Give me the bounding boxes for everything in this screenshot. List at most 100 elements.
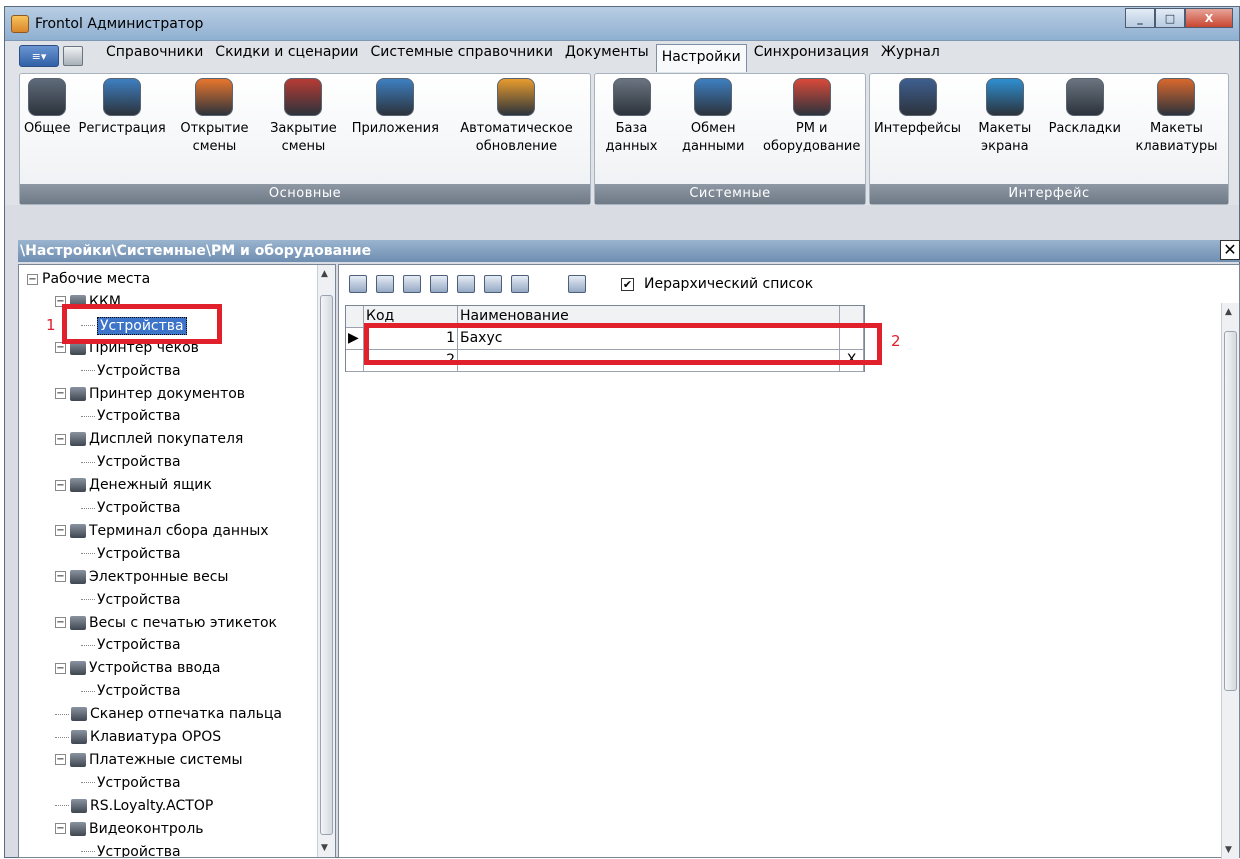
tree-item-devices[interactable]: Устройства [81,408,181,424]
tree-item-devices[interactable]: Устройства [81,500,181,516]
add-group-icon[interactable] [376,275,394,293]
scroll-down-icon[interactable]: ▼ [321,843,328,853]
ribbon-button-label: Раскладки [1048,121,1121,136]
hierarchy-checkbox[interactable]: ✔ Иерархический список [621,276,813,292]
ribbon-group-label: Интерфейс [870,184,1228,204]
tree-connector [81,644,95,646]
filter-icon[interactable] [484,275,502,293]
tree-item-label: Устройства [97,637,181,654]
collapse-icon[interactable]: − [55,433,66,445]
ribbon-button[interactable]: Открытие смены [170,78,260,184]
tree-item-devices[interactable]: Устройства [81,775,181,791]
ribbon-button[interactable]: Приложения [348,78,443,184]
ribbon-button[interactable]: Раскладки [1045,78,1125,184]
ribbon-button[interactable]: Макеты экрана [965,78,1045,184]
tree-item[interactable]: − Денежный ящик [55,477,212,493]
tab-5[interactable]: Синхронизация [749,40,874,72]
ribbon-button[interactable]: Общее [20,78,75,184]
collapse-icon[interactable]: − [55,525,66,537]
tree-item-devices[interactable]: Устройства [81,363,181,379]
tree-item-label: Платежные системы [89,751,243,768]
ribbon-button[interactable]: Регистрация [75,78,170,184]
tree-item-label: Терминал сбора данных [89,522,269,539]
tree-item-label: Устройства [97,843,181,858]
tree-connector [81,690,95,692]
tab-1[interactable]: Скидки и сценарии [210,40,363,72]
tree-item[interactable]: Сканер отпечатка пальца [55,706,282,722]
tree-item-devices[interactable]: Устройства [81,454,181,470]
tree-item[interactable]: − Видеоконтроль [55,821,204,837]
tree-item-label: Дисплей покупателя [89,431,244,448]
tab-6[interactable]: Журнал [876,40,945,72]
ribbon-button[interactable]: Обмен данными [668,78,758,184]
window-title: Frontol Администратор [35,15,204,32]
grid-scroll-down-icon[interactable]: ▼ [1225,845,1232,855]
save-icon[interactable] [63,46,83,66]
edit-icon[interactable] [403,275,421,293]
tree-item[interactable]: − Принтер документов [55,386,245,402]
tree-item[interactable]: − Платежные системы [55,752,243,768]
ribbon-button[interactable]: Закрытие смены [259,78,347,184]
collapse-icon[interactable]: − [55,823,66,835]
copy-icon[interactable] [457,275,475,293]
scroll-up-icon[interactable]: ▲ [321,269,328,279]
app-menu-button[interactable]: ≡▾ [19,45,59,67]
collapse-icon[interactable]: − [55,754,66,766]
grid-scroll-up-icon[interactable]: ▲ [1225,307,1232,317]
tree-item[interactable]: − Рабочие места [27,271,150,287]
tree-item[interactable]: − Устройства ввода [55,660,220,676]
panel-close-button[interactable]: ✕ [1220,240,1240,260]
ribbon-button[interactable]: Интерфейсы [870,78,965,184]
ribbon-button[interactable]: Макеты клавиатуры [1125,78,1228,184]
screen-layouts-icon [985,78,1024,116]
ribbon-group-1: База данных Обмен данными РМ и оборудовани… [594,73,866,205]
header-indicator [346,306,364,327]
maximize-button[interactable]: □ [1155,8,1185,28]
tree-item-label: Электронные весы [89,568,229,585]
collapse-icon[interactable]: − [55,617,66,628]
add-record-icon[interactable] [349,275,367,293]
grid-scroll-thumb[interactable] [1224,331,1237,691]
collapse-icon[interactable]: − [27,273,38,285]
tree-item[interactable]: − Терминал сбора данных [55,523,269,539]
tree-item[interactable]: RS.Loyalty.ACTOP [55,798,213,814]
ribbon-button[interactable]: РМ и оборудование [758,78,865,184]
tree-connector [81,851,95,852]
tab-0[interactable]: Справочники [101,40,208,72]
tree-item-devices[interactable]: Устройства [81,546,181,562]
tab-4[interactable]: Настройки [655,44,747,72]
tab-2[interactable]: Системные справочники [366,40,558,72]
grid-scrollbar[interactable]: ▲ ▼ [1221,303,1239,859]
ribbon-button[interactable]: Автоматическое обновление [443,78,590,184]
refresh-icon[interactable] [511,275,529,293]
collapse-icon[interactable]: − [55,662,66,674]
close-button[interactable]: X [1185,8,1233,28]
tree-item-devices[interactable]: Устройства [81,843,181,858]
tab-3[interactable]: Документы [560,40,654,72]
ribbon-button-label: Регистрация [78,121,166,136]
delete-icon[interactable] [430,275,448,293]
ribbon-button-label: Приложения [351,121,439,136]
tree-item[interactable]: − Электронные весы [55,569,228,585]
tree-item[interactable]: Клавиатура OPOS [55,729,221,745]
scales-icon [70,569,86,584]
ribbon-button-label: Интерфейсы [874,121,962,136]
checkbox-box[interactable]: ✔ [621,277,634,291]
tree-item-devices[interactable]: Устройства [81,683,181,699]
tree-item-devices[interactable]: Устройства [81,592,181,608]
tree-connector [81,782,95,784]
tree-scroll-thumb[interactable] [320,295,333,835]
general-settings-icon [28,78,67,116]
tree-item-devices[interactable]: Устройства [81,637,181,653]
collapse-icon[interactable]: − [55,388,66,399]
collapse-icon[interactable]: − [55,571,66,583]
tree-item[interactable]: − Дисплей покупателя [55,431,243,447]
collapse-icon[interactable]: − [55,479,66,491]
tree-scrollbar[interactable]: ▲ ▼ [317,265,335,857]
annotation-label-2: 2 [891,332,901,350]
tree-item[interactable]: − Весы с печатью этикеток [55,615,277,631]
mark-delete-icon[interactable] [568,275,586,293]
minimize-button[interactable]: _ [1125,8,1155,28]
tree-item-label: Устройства [97,545,181,562]
ribbon-button[interactable]: База данных [595,78,668,184]
